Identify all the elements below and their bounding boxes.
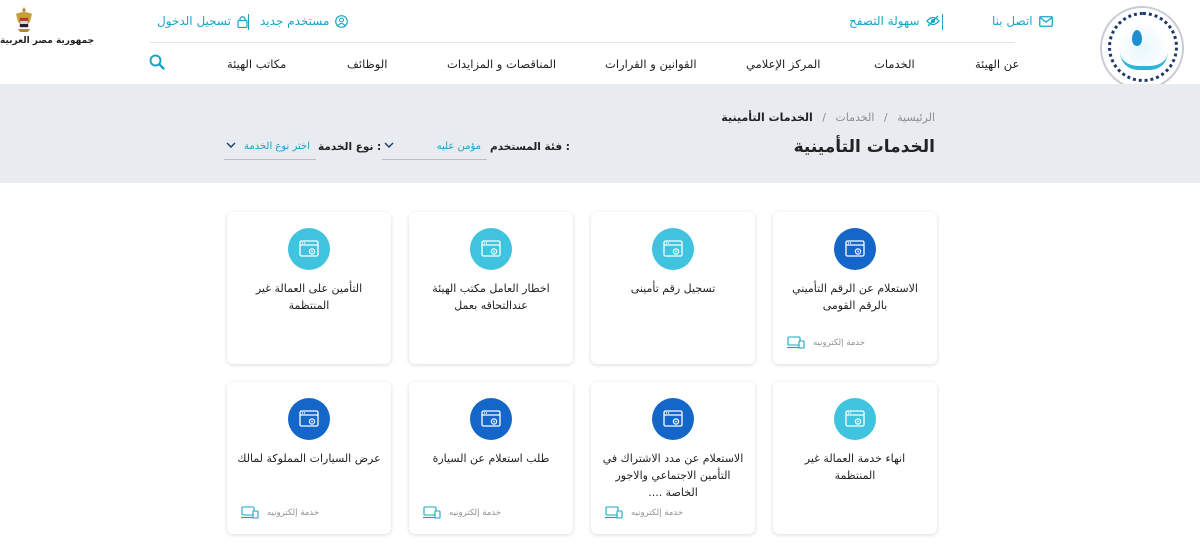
service-title: عرض السيارات المملوكة لمالك (237, 452, 381, 465)
nav-about[interactable]: عن الهيئة (975, 57, 1019, 71)
service-title: التأمين على العمالة غير المنتظمة (255, 282, 363, 312)
country-name: جمهورية مصر العربية (0, 36, 95, 46)
authority-logo[interactable] (1100, 6, 1184, 90)
browser-gear-icon (299, 410, 319, 427)
e-service-badge: خدمة إلكترونيه (423, 506, 501, 519)
header-divider (150, 42, 1015, 43)
chevron-down-icon (384, 142, 394, 148)
e-service-badge: خدمة إلكترونيه (787, 336, 865, 349)
new-user-link[interactable]: مستخدم جديد (260, 14, 349, 28)
service-icon (470, 228, 512, 270)
page-title: الخدمات التأمينية (793, 137, 935, 157)
site-header: جمهورية مصر العربية اتصل بنا سهولة التصف… (0, 0, 1200, 90)
service-card[interactable]: عرض السيارات المملوكة لمالك خدمة إلكتروني… (227, 382, 391, 534)
devices-icon (787, 336, 805, 349)
user-category-label: فئة المستخدم : (490, 141, 570, 153)
service-title: الاستعلام عن الرقم التأميني بالرقم القوم… (792, 282, 918, 312)
service-icon (470, 398, 512, 440)
service-title: اخطار العامل مكتب الهيئة عندالتحاقه بعمل (432, 282, 550, 312)
service-card[interactable]: انهاء خدمة العمالة غير المنتظمة (773, 382, 937, 534)
topbar-divider (248, 14, 249, 30)
service-icon (652, 398, 694, 440)
user-category-select[interactable]: مؤمن عليه (382, 135, 487, 160)
nav-tenders[interactable]: المناقصات و المزايدات (447, 57, 556, 71)
egypt-eagle-icon (16, 7, 32, 32)
service-icon (288, 228, 330, 270)
service-title: الاستعلام عن مدد الاشتراك في التأمين الا… (602, 452, 744, 499)
service-title: انهاء خدمة العمالة غير المنتظمة (804, 452, 906, 482)
browser-gear-icon (845, 410, 865, 427)
e-service-badge: خدمة إلكترونيه (605, 506, 683, 519)
service-title: طلب استعلام عن السيارة (432, 452, 550, 465)
e-service-label: خدمة إلكترونيه (813, 337, 866, 348)
devices-icon (605, 506, 623, 519)
nav-services[interactable]: الخدمات (874, 57, 915, 71)
breadcrumb-services[interactable]: الخدمات (836, 111, 875, 124)
logo-drop-icon (1132, 30, 1142, 46)
browser-gear-icon (481, 240, 501, 257)
browser-gear-icon (663, 240, 683, 257)
contact-link[interactable]: اتصل بنا (992, 14, 1053, 28)
devices-icon (241, 506, 259, 519)
service-icon (288, 398, 330, 440)
e-service-badge: خدمة إلكترونيه (241, 506, 319, 519)
e-service-label: خدمة إلكترونيه (267, 507, 320, 518)
topbar-divider (942, 14, 943, 30)
nav-media-center[interactable]: المركز الإعلامي (746, 57, 820, 71)
nav-jobs[interactable]: الوظائف (347, 57, 387, 71)
service-title: تسجيل رقم تأمينى (630, 282, 716, 295)
e-service-label: خدمة إلكترونيه (631, 507, 684, 518)
service-card[interactable]: الاستعلام عن مدد الاشتراك في التأمين الا… (591, 382, 755, 534)
breadcrumb-sep: / (883, 111, 888, 124)
breadcrumb: الرئيسية / الخدمات / الخدمات التأمينية (721, 111, 935, 124)
breadcrumb-current: الخدمات التأمينية (721, 111, 813, 124)
contact-label: اتصل بنا (992, 14, 1033, 28)
e-service-label: خدمة إلكترونيه (449, 507, 502, 518)
devices-icon (423, 506, 441, 519)
accessibility-link[interactable]: سهولة التصفح (849, 14, 940, 28)
browser-gear-icon (663, 410, 683, 427)
login-label: تسجيل الدخول (157, 14, 231, 28)
user-icon (335, 14, 349, 28)
service-icon (652, 228, 694, 270)
page-hero (0, 84, 1200, 183)
service-card[interactable]: تسجيل رقم تأمينى (591, 212, 755, 364)
mail-icon (1038, 15, 1053, 27)
search-icon[interactable] (149, 54, 165, 70)
lock-icon (237, 15, 248, 28)
browser-gear-icon (299, 240, 319, 257)
service-type-value: اختر نوع الخدمة (243, 141, 310, 152)
service-icon (834, 398, 876, 440)
new-user-label: مستخدم جديد (260, 14, 330, 28)
user-category-value: مؤمن عليه (436, 141, 481, 152)
service-icon (834, 228, 876, 270)
nav-offices[interactable]: مكاتب الهيئة (227, 57, 286, 71)
chevron-down-icon (226, 142, 236, 148)
browser-gear-icon (481, 410, 501, 427)
breadcrumb-home[interactable]: الرئيسية (897, 111, 935, 124)
service-card[interactable]: الاستعلام عن الرقم التأميني بالرقم القوم… (773, 212, 937, 364)
service-card[interactable]: طلب استعلام عن السيارة خدمة إلكترونيه (409, 382, 573, 534)
service-card[interactable]: اخطار العامل مكتب الهيئة عندالتحاقه بعمل (409, 212, 573, 364)
browser-gear-icon (845, 240, 865, 257)
service-type-select[interactable]: اختر نوع الخدمة (224, 135, 316, 160)
breadcrumb-sep: / (822, 111, 826, 124)
eye-slash-icon (925, 15, 940, 27)
service-type-label: نوع الخدمة : (318, 141, 382, 153)
service-card[interactable]: التأمين على العمالة غير المنتظمة (227, 212, 391, 364)
login-link[interactable]: تسجيل الدخول (157, 14, 248, 28)
nav-laws[interactable]: القوانين و القرارات (605, 57, 697, 71)
accessibility-label: سهولة التصفح (849, 14, 920, 28)
